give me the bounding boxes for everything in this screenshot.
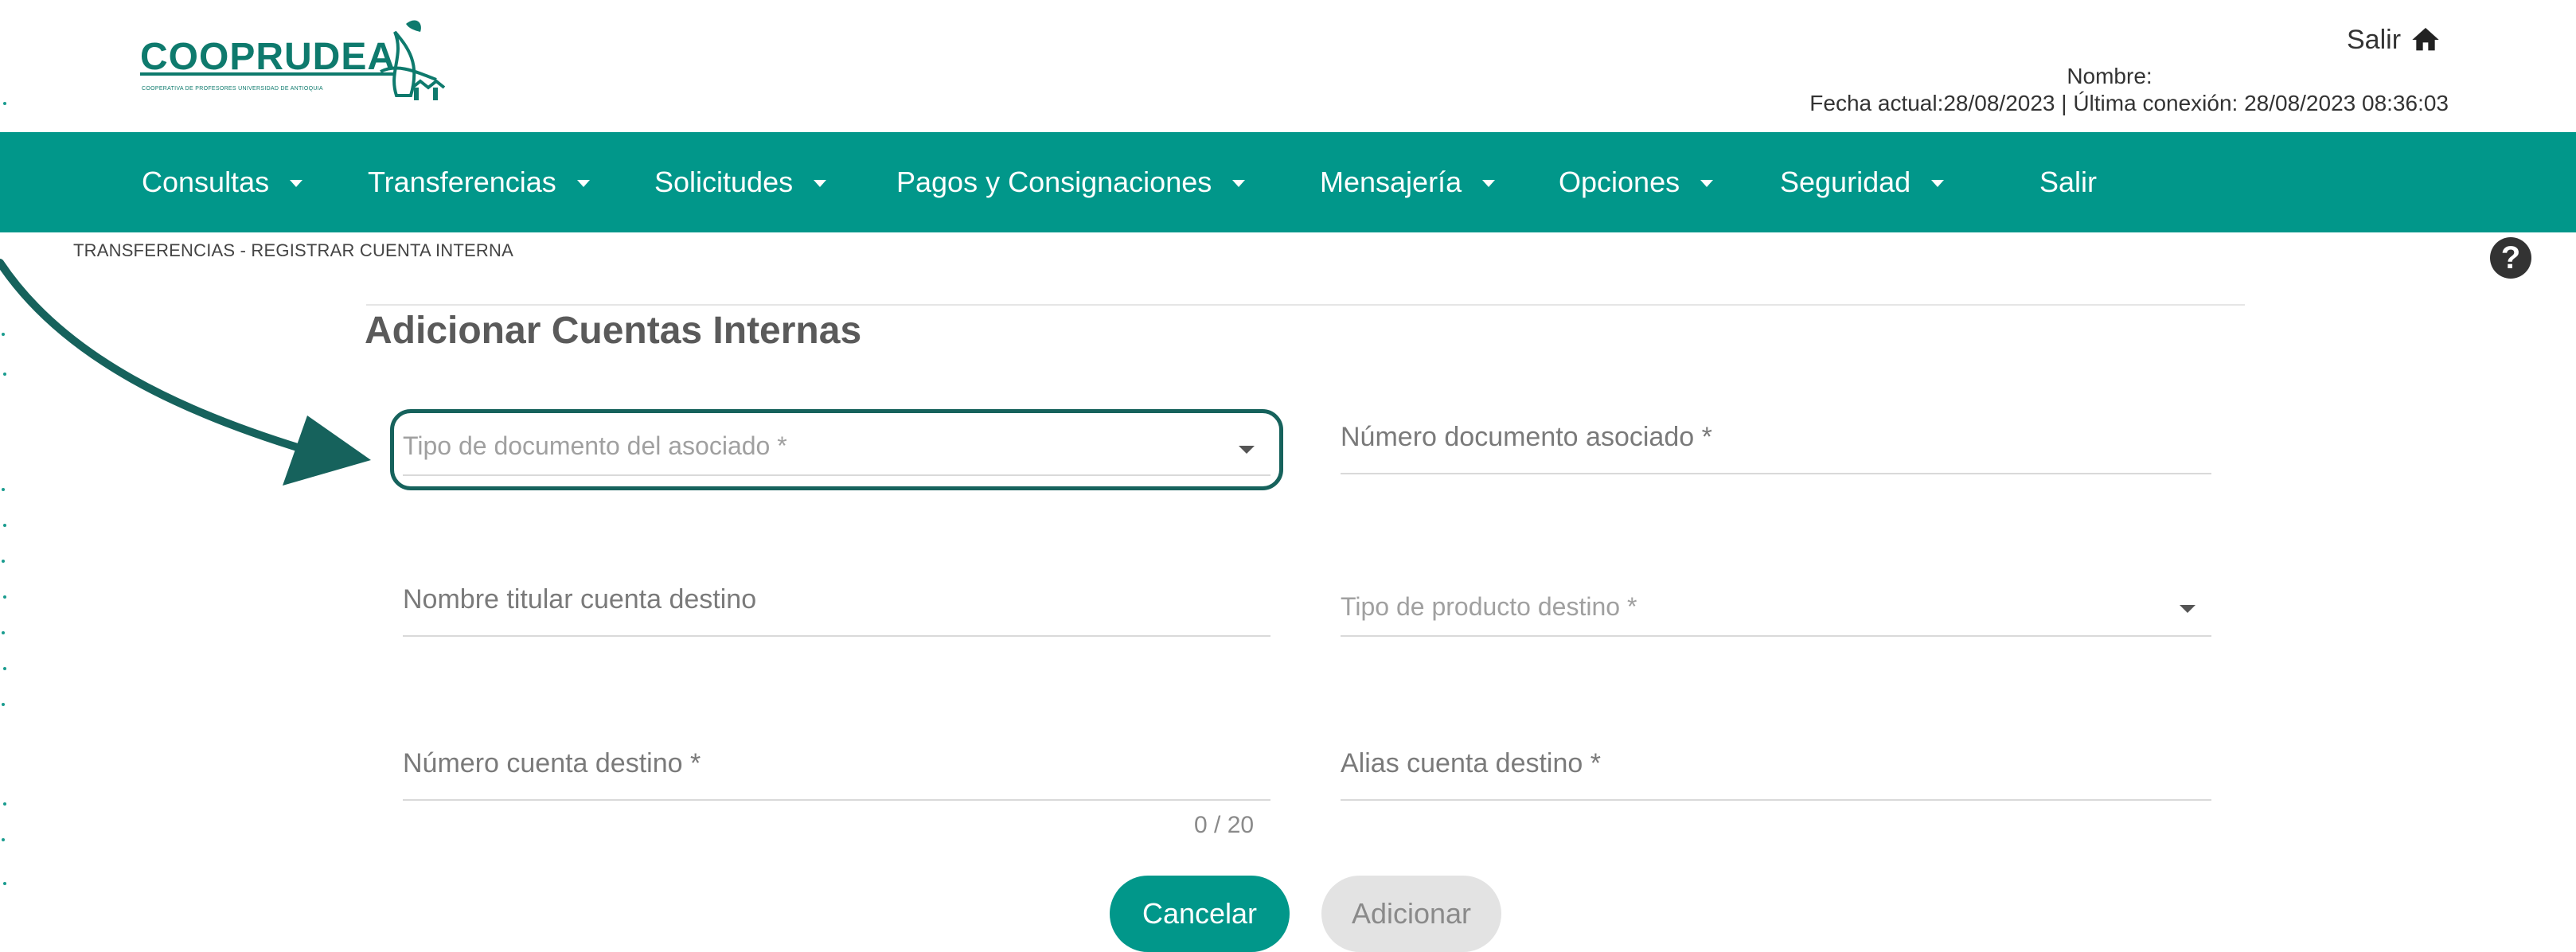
caret-down-icon [1931, 179, 1945, 187]
character-counter: 0 / 20 [1194, 812, 1255, 838]
nav-label: Seguridad [1780, 166, 1911, 198]
numero-cuenta-input[interactable]: Número cuenta destino * [403, 742, 1270, 801]
alias-cuenta-input[interactable]: Alias cuenta destino * [1341, 742, 2211, 801]
nav-item-solicitudes[interactable]: Solicitudes [654, 132, 827, 232]
nav-label: Solicitudes [654, 166, 794, 198]
nav-label: Mensajería [1320, 166, 1462, 198]
caret-down-icon [576, 179, 590, 187]
nav-label: Opciones [1559, 166, 1680, 198]
field-label: Alias cuenta destino * [1341, 748, 1601, 778]
nav-label: Salir [2039, 166, 2098, 198]
session-dates: Fecha actual:28/08/2023 | Última conexió… [1809, 91, 2449, 115]
user-name-label: Nombre: [2067, 64, 2153, 88]
top-logout-link[interactable]: Salir [2347, 24, 2442, 56]
caret-down-icon [1482, 179, 1496, 187]
logo-mark-icon [380, 20, 446, 100]
caret-down-icon [1232, 179, 1246, 187]
field-label: Número cuenta destino * [403, 748, 701, 778]
nav-label: Pagos y Consignaciones [896, 166, 1212, 198]
logo-text: COOPRUDEA [140, 36, 396, 78]
divider [366, 304, 2245, 306]
top-logout-label: Salir [2347, 24, 2402, 55]
numero-documento-input[interactable]: Número documento asociado * [1341, 414, 2211, 474]
field-label: Nombre titular cuenta destino [403, 584, 757, 615]
highlight-outline [390, 409, 1283, 490]
field-label: Tipo de producto destino * [1341, 592, 1637, 621]
home-icon [2412, 28, 2439, 51]
nav-item-pagos[interactable]: Pagos y Consignaciones [896, 132, 1246, 232]
annotation-arrow [0, 259, 371, 486]
cancel-button[interactable]: Cancelar [1110, 876, 1290, 952]
chevron-down-icon [2180, 605, 2195, 613]
add-button[interactable]: Adicionar [1321, 876, 1501, 952]
nombre-titular-input[interactable]: Nombre titular cuenta destino [403, 578, 1270, 637]
nav-item-salir[interactable]: Salir [2039, 132, 2097, 232]
logo-subtitle: COOPERATIVA DE PROFESORES UNIVERSIDAD DE… [142, 86, 323, 92]
cooprudea-logo[interactable]: COOPRUDEA COOPERATIVA DE PROFESORES UNIV… [140, 8, 446, 103]
field-label: Número documento asociado * [1341, 422, 1712, 452]
caret-down-icon [814, 179, 827, 187]
nav-item-opciones[interactable]: Opciones [1559, 132, 1714, 232]
tipo-producto-select[interactable]: Tipo de producto destino * [1341, 584, 2211, 637]
nav-item-mensajeria[interactable]: Mensajería [1320, 132, 1496, 232]
nav-item-seguridad[interactable]: Seguridad [1780, 132, 1945, 232]
caret-down-icon [1700, 179, 1714, 187]
page-title: Adicionar Cuentas Internas [365, 310, 862, 352]
question-circle-icon[interactable]: ? [2490, 237, 2531, 279]
